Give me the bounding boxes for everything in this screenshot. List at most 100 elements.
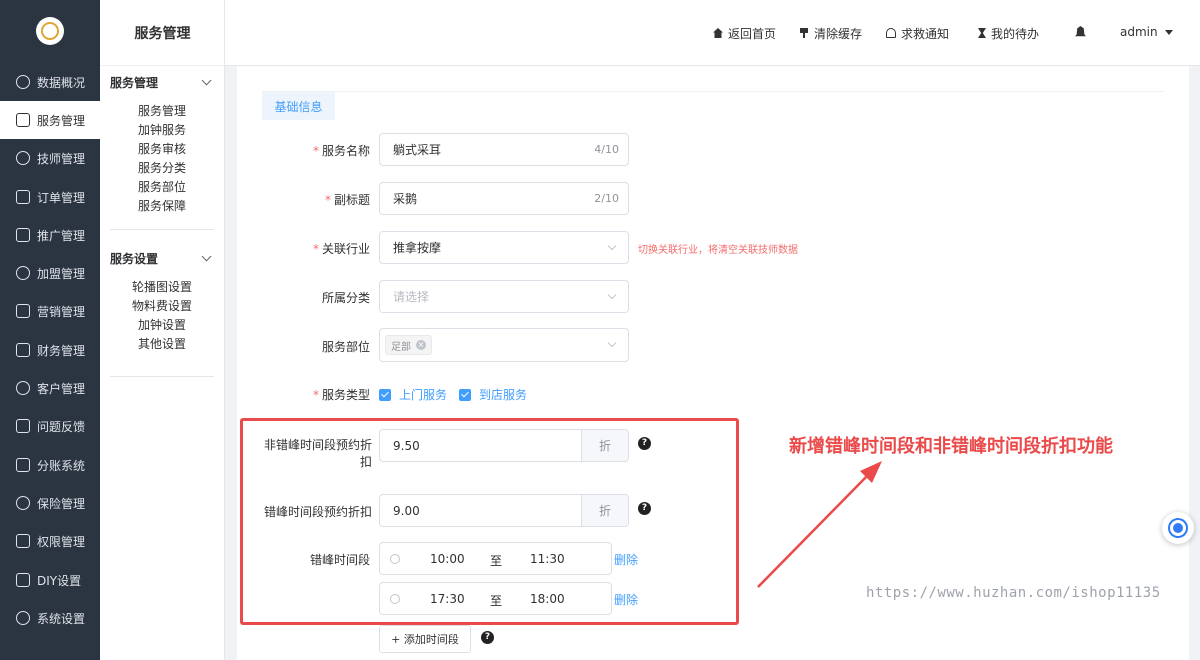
nav-item-label: 客户管理 [37,381,86,396]
main-nav: 数据概况 服务管理 技师管理 订单管理 推广管理 加盟管理 营销管理 财务管理 [0,0,100,660]
pie-chart-icon [16,75,30,89]
checkbox-label: 到店服务 [479,388,528,402]
chat-icon [1170,520,1186,536]
nav-item-service[interactable]: 服务管理 [0,101,100,139]
subtitle-input[interactable]: 采鹅 2/10 [379,182,629,215]
sub-nav: 服务管理 服务管理 服务管理 加钟服务 服务审核 服务分类 服务部位 服务保障 … [100,0,225,660]
chat-float-button[interactable] [1162,512,1194,544]
nav-item-label: 加盟管理 [37,266,86,281]
nav-item-franchise[interactable]: 加盟管理 [0,254,100,292]
category-select[interactable]: 请选择 [379,280,629,313]
subnav-group-label: 服务管理 [110,75,159,90]
char-count: 4/10 [594,143,619,156]
subnav-item[interactable]: 服务保障 [110,197,214,216]
nav-item-customer[interactable]: 客户管理 [0,369,100,407]
subnav-item[interactable]: 服务部位 [110,178,214,197]
top-header: 返回首页 清除缓存 求救通知 我的待办 admin [225,0,1200,66]
bell-icon[interactable] [1075,26,1086,37]
nav-item-split-account[interactable]: 分账系统 [0,446,100,484]
nav-item-marketing[interactable]: 营销管理 [0,292,100,330]
industry-select[interactable]: 推拿按摩 [379,231,629,264]
subnav-item[interactable]: 服务管理 [110,102,214,121]
nav-item-technician[interactable]: 技师管理 [0,139,100,177]
todo-button[interactable]: 我的待办 [978,24,1039,42]
category-label: 所属分类 [321,291,370,305]
franchise-icon [16,266,30,280]
subnav-title: 服务管理 [100,0,225,66]
nav-item-insurance[interactable]: 保险管理 [0,484,100,522]
subnav-group-service[interactable]: 服务管理 [110,72,214,92]
home-icon [713,28,723,38]
home-button[interactable]: 返回首页 [713,24,776,42]
industry-warning: 切换关联行业，将清空关联技师数据 [638,245,798,256]
chevron-down-icon [201,75,212,85]
home-label: 返回首页 [728,26,777,41]
subtitle-label: * 副标题 [324,193,370,207]
body-part-label: 服务部位 [321,340,370,354]
nav-item-feedback[interactable]: 问题反馈 [0,407,100,445]
divider [262,91,1164,92]
divider [110,229,214,230]
nav-item-label: 技师管理 [37,151,86,166]
nav-item-finance[interactable]: 财务管理 [0,331,100,369]
subnav-item[interactable]: 其他设置 [110,335,214,354]
nav-item-order[interactable]: 订单管理 [0,178,100,216]
split-account-icon [16,458,30,472]
feedback-icon [16,419,30,433]
subnav-item[interactable]: 加钟设置 [110,316,214,335]
alarm-icon [886,28,896,38]
add-period-button[interactable]: + 添加时间段 [379,625,471,653]
order-icon [16,190,30,204]
service-icon [16,113,30,127]
nav-item-permission[interactable]: 权限管理 [0,522,100,560]
marketing-icon [16,304,30,318]
user-menu[interactable]: admin [1120,25,1173,39]
nav-item-system[interactable]: 系统设置 [0,599,100,637]
subnav-group-label: 服务设置 [110,251,159,266]
annotation-highlight-box [240,418,739,625]
rescue-notice-button[interactable]: 求救通知 [886,24,949,42]
nav-item-label: 保险管理 [37,496,86,511]
chevron-down-icon [607,241,617,251]
nav-item-label: 权限管理 [37,534,86,549]
annotation-text: 新增错峰时间段和非错峰时间段折扣功能 [789,436,1113,457]
service-name-input[interactable]: 躺式采耳 4/10 [379,133,629,166]
subnav-item[interactable]: 加钟服务 [110,121,214,140]
checkbox-store-service[interactable]: 到店服务 [459,386,527,403]
subnav-group-settings[interactable]: 服务设置 [110,248,214,268]
nav-item-promotion[interactable]: 推广管理 [0,216,100,254]
checkbox-checked-icon [459,388,471,401]
divider [110,376,214,377]
caret-down-icon [1164,29,1173,35]
brush-icon [800,28,808,38]
clear-cache-button[interactable]: 清除缓存 [799,24,862,42]
body-part-select[interactable]: 足部 × [379,328,629,362]
checkbox-home-service[interactable]: 上门服务 [379,386,447,403]
tab-basic-info[interactable]: 基础信息 [262,92,335,120]
subnav-item[interactable]: 服务分类 [110,159,214,178]
help-icon[interactable]: ? [481,631,494,644]
app: 数据概况 服务管理 技师管理 订单管理 推广管理 加盟管理 营销管理 财务管理 [0,0,1200,660]
checkbox-checked-icon [379,388,391,401]
subnav-item[interactable]: 轮播图设置 [110,278,214,297]
char-count: 2/10 [594,192,619,205]
nav-item-label: 订单管理 [37,190,86,205]
service-name-value: 躺式采耳 [393,143,442,157]
nav-item-label: 问题反馈 [37,419,86,434]
category-placeholder: 请选择 [393,290,430,304]
close-icon[interactable]: × [416,340,426,350]
subnav-item[interactable]: 物料费设置 [110,297,214,316]
service-type-label: * 服务类型 [312,388,370,402]
checkbox-label: 上门服务 [399,388,448,402]
shield-icon [16,496,30,510]
body-part-tag: 足部 × [385,335,432,355]
customer-icon [16,381,30,395]
watermark: https://www.huzhan.com/ishop11135 [866,585,1161,601]
nav-item-diy[interactable]: DIY设置 [0,561,100,599]
chevron-down-icon [607,338,617,348]
subnav-item[interactable]: 服务审核 [110,140,214,159]
tag-label: 足部 [391,341,411,353]
nav-item-label: 分账系统 [37,458,86,473]
nav-item-dashboard[interactable]: 数据概况 [0,63,100,101]
technician-icon [16,151,30,165]
